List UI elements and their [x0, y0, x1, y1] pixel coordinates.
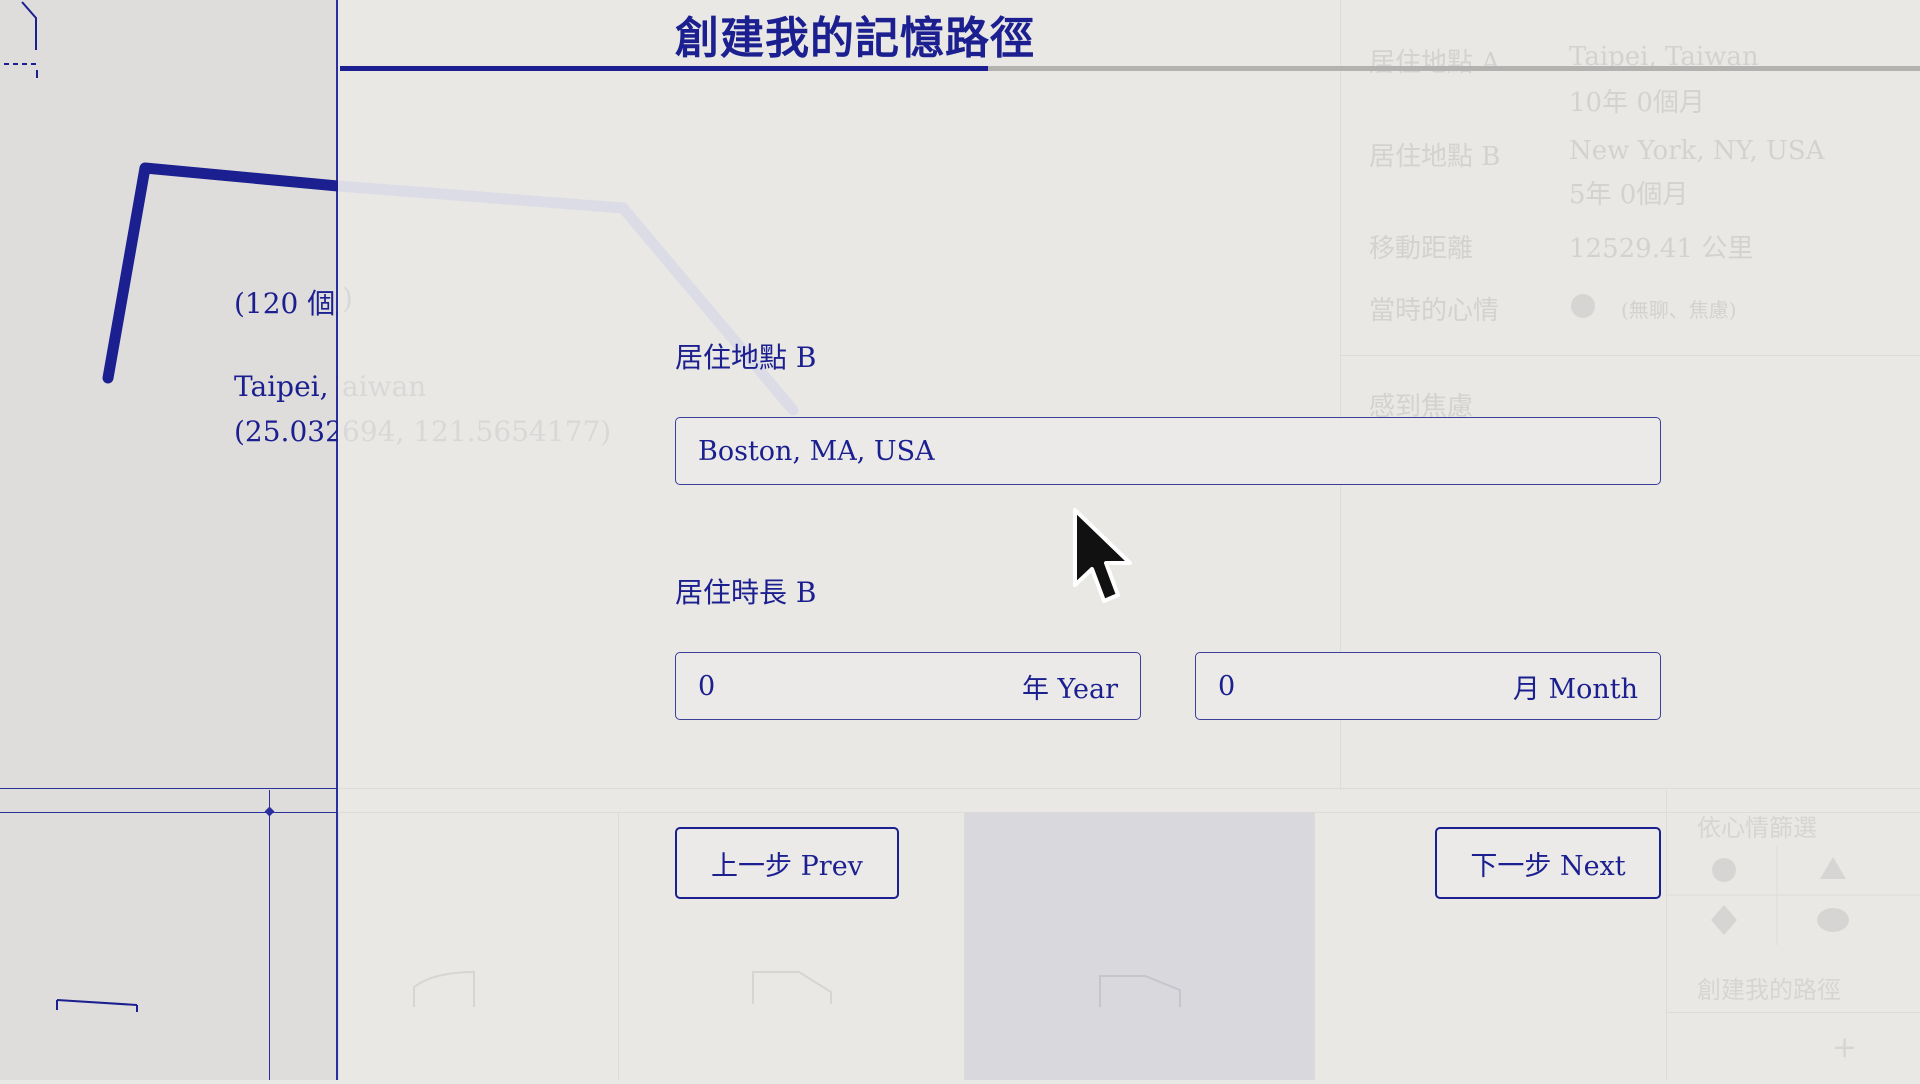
prev-button[interactable]: 上一步 Prev: [675, 827, 899, 899]
create-path-label: 創建我的路徑: [1697, 976, 1841, 1004]
summary-label: 當時的心情: [1369, 296, 1500, 326]
summary-value: (無聊、焦慮): [1621, 298, 1737, 322]
page-title: 創建我的記憶路徑: [675, 13, 1035, 64]
summary-value: New York, NY, USA: [1569, 136, 1825, 166]
summary-label: 居住地點 A: [1369, 48, 1501, 78]
map-coords-label: (25.0329694, 121.5654177): [234, 415, 338, 448]
mood-shapes-icon: [1667, 845, 1920, 945]
map-grid-line: [269, 790, 270, 1080]
summary-sub: 5年 0個月: [1569, 180, 1689, 210]
location-label: 居住地點 B: [675, 341, 817, 374]
route-line-svg: [4, 1, 338, 1012]
summary-value: 12529.41 公里: [1569, 234, 1754, 264]
map-count-label: (120 個人): [234, 287, 338, 320]
years-input[interactable]: 0 年 Year: [675, 652, 1141, 720]
bottom-rule: [338, 788, 1920, 789]
summary-label: 移動距離: [1369, 234, 1474, 264]
summary-divider: [1340, 355, 1920, 356]
years-input-value: 0: [698, 670, 716, 702]
map-strip: (120 個人) Taipei, Taiwan (25.0329694, 121…: [0, 0, 338, 1080]
duration-label: 居住時長 B: [675, 576, 817, 609]
summary-label: 居住地點 B: [1369, 142, 1501, 172]
path-thumbnail-active: [964, 812, 1315, 1080]
months-input-value: 0: [1218, 670, 1236, 702]
progress-fill: [340, 66, 988, 71]
location-input[interactable]: Boston, MA, USA: [675, 417, 1661, 485]
map-place-label-ghost: aiwan: [342, 370, 427, 403]
path-thumbnail: [338, 812, 619, 1080]
months-unit-label: 月 Month: [1512, 673, 1638, 705]
map-count-label-ghost: ): [342, 282, 353, 315]
map-coords-label-ghost: 694, 121.5654177): [342, 415, 612, 448]
mood-filter-title: 依心情篩選: [1697, 814, 1817, 842]
years-unit-label: 年 Year: [1021, 673, 1118, 705]
panel-divider: [1667, 1012, 1920, 1013]
mood-dot-icon: [1571, 294, 1595, 318]
map-place-label: Taipei, Taiwan: [234, 370, 338, 403]
location-input-value: Boston, MA, USA: [698, 435, 935, 467]
plus-icon: +: [1832, 1030, 1858, 1065]
cursor-arrow-icon: [1073, 508, 1132, 603]
map-grid-line: [0, 788, 338, 789]
months-input[interactable]: 0 月 Month: [1195, 652, 1661, 720]
map-grid-line: [0, 812, 338, 813]
next-button[interactable]: 下一步 Next: [1435, 827, 1661, 899]
summary-sub: 10年 0個月: [1569, 88, 1705, 118]
mood-filter-panel: 依心情篩選 創建我的路徑 +: [1666, 790, 1920, 1080]
